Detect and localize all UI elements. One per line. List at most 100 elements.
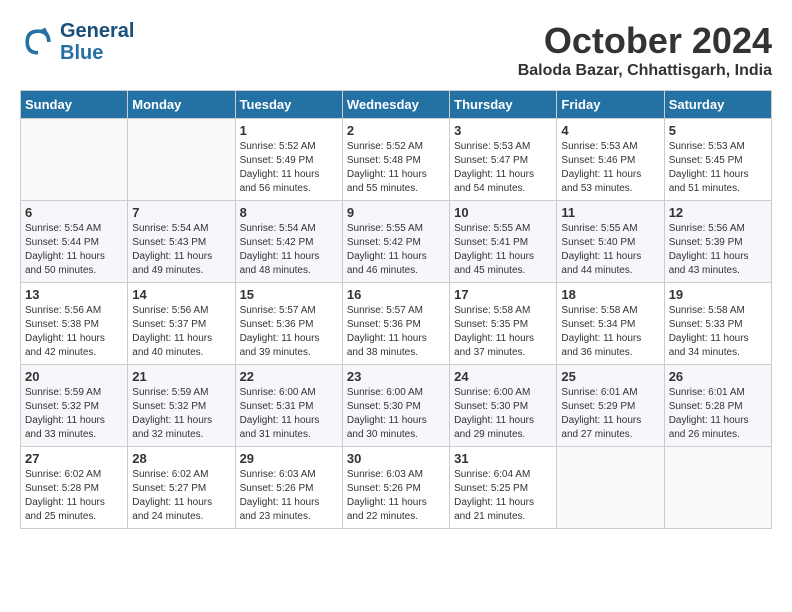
calendar-cell: 20Sunrise: 5:59 AMSunset: 5:32 PMDayligh… (21, 365, 128, 447)
calendar-cell: 31 Sunrise: 6:04 AMSunset: 5:25 PMDayligh… (450, 447, 557, 529)
day-number: 8 (240, 205, 338, 220)
day-info: Sunrise: 5:58 AMSunset: 5:33 PMDaylight:… (669, 304, 767, 360)
day-info: Sunrise: 5:56 AMSunset: 5:37 PMDaylight:… (132, 304, 230, 360)
calendar-cell: 16 Sunrise: 5:57 AMSunset: 5:36 PMDayligh… (342, 283, 449, 365)
day-info: Sunrise: 5:54 AMSunset: 5:43 PMDaylight:… (132, 222, 230, 278)
calendar-cell: 18Sunrise: 5:58 AMSunset: 5:34 PMDayligh… (557, 283, 664, 365)
day-number: 10 (454, 205, 552, 220)
calendar-cell: 10 Sunrise: 5:55 AMSunset: 5:41 PMDayligh… (450, 201, 557, 283)
day-info: Sunrise: 6:01 AMSunset: 5:28 PMDaylight:… (669, 386, 767, 442)
calendar-cell: 17 Sunrise: 5:58 AMSunset: 5:35 PMDayligh… (450, 283, 557, 365)
day-info: Sunrise: 6:03 AMSunset: 5:26 PMDaylight:… (347, 468, 445, 524)
logo-text: General Blue (60, 20, 134, 64)
day-info: Sunrise: 5:57 AMSunset: 5:36 PMDaylight:… (240, 304, 338, 360)
calendar-cell: 26 Sunrise: 6:01 AMSunset: 5:28 PMDayligh… (664, 365, 771, 447)
day-number: 18 (561, 287, 659, 302)
calendar-cell: 3 Sunrise: 5:53 AMSunset: 5:47 PMDaylight… (450, 119, 557, 201)
day-number: 20 (25, 369, 123, 384)
calendar-table: SundayMondayTuesdayWednesdayThursdayFrid… (20, 90, 772, 529)
weekday-header-sunday: Sunday (21, 91, 128, 119)
calendar-cell: 23 Sunrise: 6:00 AMSunset: 5:30 PMDayligh… (342, 365, 449, 447)
day-info: Sunrise: 5:56 AMSunset: 5:38 PMDaylight:… (25, 304, 123, 360)
day-number: 15 (240, 287, 338, 302)
calendar-cell: 28Sunrise: 6:02 AMSunset: 5:27 PMDayligh… (128, 447, 235, 529)
day-number: 21 (132, 369, 230, 384)
day-info: Sunrise: 5:55 AMSunset: 5:42 PMDaylight:… (347, 222, 445, 278)
day-number: 7 (132, 205, 230, 220)
calendar-cell (128, 119, 235, 201)
calendar-cell: 9 Sunrise: 5:55 AMSunset: 5:42 PMDaylight… (342, 201, 449, 283)
day-number: 22 (240, 369, 338, 384)
day-number: 24 (454, 369, 552, 384)
day-number: 19 (669, 287, 767, 302)
day-info: Sunrise: 5:53 AMSunset: 5:47 PMDaylight:… (454, 140, 552, 196)
day-info: Sunrise: 6:03 AMSunset: 5:26 PMDaylight:… (240, 468, 338, 524)
day-number: 26 (669, 369, 767, 384)
weekday-header-wednesday: Wednesday (342, 91, 449, 119)
day-info: Sunrise: 6:02 AMSunset: 5:28 PMDaylight:… (25, 468, 123, 524)
day-info: Sunrise: 5:53 AMSunset: 5:46 PMDaylight:… (561, 140, 659, 196)
month-title: October 2024 (518, 20, 772, 62)
calendar-cell: 4 Sunrise: 5:53 AMSunset: 5:46 PMDaylight… (557, 119, 664, 201)
day-info: Sunrise: 5:52 AMSunset: 5:49 PMDaylight:… (240, 140, 338, 196)
day-info: Sunrise: 5:57 AMSunset: 5:36 PMDaylight:… (347, 304, 445, 360)
day-number: 14 (132, 287, 230, 302)
day-info: Sunrise: 5:55 AMSunset: 5:41 PMDaylight:… (454, 222, 552, 278)
calendar-cell: 7 Sunrise: 5:54 AMSunset: 5:43 PMDaylight… (128, 201, 235, 283)
day-number: 5 (669, 123, 767, 138)
day-number: 11 (561, 205, 659, 220)
location-title: Baloda Bazar, Chhattisgarh, India (518, 62, 772, 80)
day-number: 9 (347, 205, 445, 220)
day-number: 2 (347, 123, 445, 138)
page-header: General Blue October 2024 Baloda Bazar, … (20, 20, 772, 80)
day-info: Sunrise: 5:54 AMSunset: 5:44 PMDaylight:… (25, 222, 123, 278)
weekday-header-thursday: Thursday (450, 91, 557, 119)
day-info: Sunrise: 6:00 AMSunset: 5:31 PMDaylight:… (240, 386, 338, 442)
calendar-cell (557, 447, 664, 529)
calendar-cell (664, 447, 771, 529)
day-info: Sunrise: 6:04 AMSunset: 5:25 PMDaylight:… (454, 468, 552, 524)
day-number: 3 (454, 123, 552, 138)
calendar-cell: 27Sunrise: 6:02 AMSunset: 5:28 PMDayligh… (21, 447, 128, 529)
day-info: Sunrise: 5:59 AMSunset: 5:32 PMDaylight:… (132, 386, 230, 442)
day-info: Sunrise: 5:58 AMSunset: 5:35 PMDaylight:… (454, 304, 552, 360)
day-info: Sunrise: 6:00 AMSunset: 5:30 PMDaylight:… (347, 386, 445, 442)
calendar-cell: 13 Sunrise: 5:56 AMSunset: 5:38 PMDayligh… (21, 283, 128, 365)
calendar-cell: 19 Sunrise: 5:58 AMSunset: 5:33 PMDayligh… (664, 283, 771, 365)
title-block: October 2024 Baloda Bazar, Chhattisgarh,… (518, 20, 772, 80)
day-number: 28 (132, 451, 230, 466)
calendar-cell: 5 Sunrise: 5:53 AMSunset: 5:45 PMDaylight… (664, 119, 771, 201)
calendar-cell: 14 Sunrise: 5:56 AMSunset: 5:37 PMDayligh… (128, 283, 235, 365)
weekday-header-tuesday: Tuesday (235, 91, 342, 119)
calendar-cell: 1 Sunrise: 5:52 AMSunset: 5:49 PMDaylight… (235, 119, 342, 201)
day-number: 25 (561, 369, 659, 384)
calendar-cell: 25Sunrise: 6:01 AMSunset: 5:29 PMDayligh… (557, 365, 664, 447)
calendar-cell: 6 Sunrise: 5:54 AMSunset: 5:44 PMDaylight… (21, 201, 128, 283)
calendar-cell: 24 Sunrise: 6:00 AMSunset: 5:30 PMDayligh… (450, 365, 557, 447)
day-number: 16 (347, 287, 445, 302)
calendar-cell: 8 Sunrise: 5:54 AMSunset: 5:42 PMDaylight… (235, 201, 342, 283)
day-info: Sunrise: 5:56 AMSunset: 5:39 PMDaylight:… (669, 222, 767, 278)
day-number: 31 (454, 451, 552, 466)
day-number: 17 (454, 287, 552, 302)
day-number: 6 (25, 205, 123, 220)
day-number: 4 (561, 123, 659, 138)
day-number: 1 (240, 123, 338, 138)
day-number: 23 (347, 369, 445, 384)
weekday-header-saturday: Saturday (664, 91, 771, 119)
day-info: Sunrise: 5:54 AMSunset: 5:42 PMDaylight:… (240, 222, 338, 278)
calendar-cell: 15 Sunrise: 5:57 AMSunset: 5:36 PMDayligh… (235, 283, 342, 365)
calendar-cell: 30 Sunrise: 6:03 AMSunset: 5:26 PMDayligh… (342, 447, 449, 529)
calendar-cell (21, 119, 128, 201)
day-number: 12 (669, 205, 767, 220)
day-number: 30 (347, 451, 445, 466)
weekday-header-monday: Monday (128, 91, 235, 119)
calendar-cell: 11Sunrise: 5:55 AMSunset: 5:40 PMDayligh… (557, 201, 664, 283)
day-info: Sunrise: 5:52 AMSunset: 5:48 PMDaylight:… (347, 140, 445, 196)
day-number: 13 (25, 287, 123, 302)
day-info: Sunrise: 5:53 AMSunset: 5:45 PMDaylight:… (669, 140, 767, 196)
day-number: 29 (240, 451, 338, 466)
day-info: Sunrise: 6:00 AMSunset: 5:30 PMDaylight:… (454, 386, 552, 442)
logo-icon (20, 24, 56, 60)
calendar-cell: 29 Sunrise: 6:03 AMSunset: 5:26 PMDayligh… (235, 447, 342, 529)
